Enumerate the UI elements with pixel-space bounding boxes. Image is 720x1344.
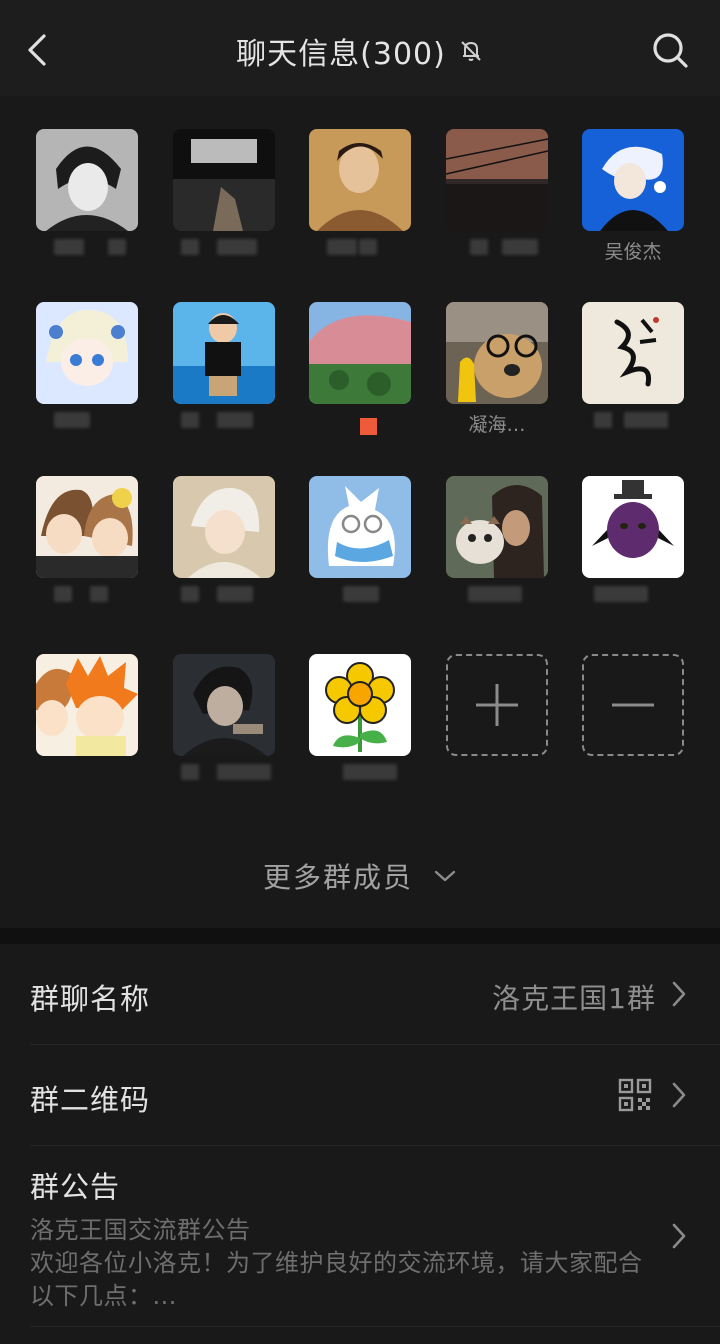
member-item[interactable] [582, 302, 684, 442]
more-members-button[interactable]: 更多群成员 [0, 848, 720, 904]
member-item[interactable] [36, 476, 138, 616]
page-title: 聊天信息(300) [236, 37, 446, 72]
member-name: 吴俊杰 [604, 241, 662, 263]
member-item[interactable] [446, 129, 548, 269]
member-avatar [36, 654, 138, 756]
chevron-right-icon [672, 1082, 686, 1108]
member-item[interactable] [309, 476, 411, 616]
member-avatar [446, 476, 548, 578]
member-avatar [309, 129, 411, 231]
qr-code-row[interactable]: 群二维码 [0, 1045, 720, 1145]
member-avatar [446, 302, 548, 404]
member-item[interactable] [36, 129, 138, 269]
member-item[interactable]: 凝海… [446, 302, 548, 442]
member-item[interactable] [309, 129, 411, 269]
minus-icon [612, 703, 654, 707]
member-avatar [36, 302, 138, 404]
member-badge [360, 418, 377, 435]
member-avatar [36, 129, 138, 231]
group-notice-label: 群公告 [30, 1170, 121, 1204]
member-avatar [582, 476, 684, 578]
group-name-row[interactable]: 群聊名称 洛克王国1群 [0, 944, 720, 1044]
member-avatar [582, 129, 684, 231]
member-avatar [173, 302, 275, 404]
member-item[interactable] [309, 654, 411, 794]
member-grid: 吴俊杰 凝海… 更多群成员 [0, 96, 720, 928]
qr-code-label: 群二维码 [30, 1083, 151, 1117]
member-item[interactable] [309, 302, 411, 442]
group-name-label: 群聊名称 [30, 982, 151, 1016]
chevron-right-icon [672, 1223, 686, 1249]
chevron-right-icon [672, 981, 686, 1007]
add-member-button[interactable] [446, 654, 548, 756]
member-item[interactable] [36, 302, 138, 442]
member-item[interactable] [173, 654, 275, 794]
group-notice-row[interactable]: 群公告 洛克王国交流群公告 欢迎各位小洛克！为了维护良好的交流环境，请大家配合以… [0, 1146, 720, 1326]
qr-code-icon [618, 1078, 652, 1112]
section-divider [0, 928, 720, 944]
group-notice-title: 洛克王国交流群公告 [30, 1216, 251, 1244]
plus-icon [476, 684, 518, 726]
member-item[interactable] [173, 476, 275, 616]
chevron-down-icon [434, 870, 456, 882]
remove-member-button[interactable] [582, 654, 684, 756]
member-avatar [582, 302, 684, 404]
group-name-value: 洛克王国1群 [492, 982, 656, 1015]
bell-off-icon [461, 41, 481, 61]
top-bar: 聊天信息(300) [0, 0, 720, 96]
member-item[interactable] [173, 129, 275, 269]
member-item[interactable]: 吴俊杰 [582, 129, 684, 269]
member-avatar [173, 476, 275, 578]
member-avatar [309, 654, 411, 756]
member-item[interactable] [446, 476, 548, 616]
member-avatar [446, 129, 548, 231]
member-avatar [309, 302, 411, 404]
member-name: 凝海… [468, 414, 526, 436]
settings-list: 群聊名称 洛克王国1群 群二维码 群公告 洛克王国交流群公告 欢迎各位小洛克！为… [0, 944, 720, 1344]
member-avatar [173, 129, 275, 231]
member-item[interactable] [582, 476, 684, 616]
member-avatar [36, 476, 138, 578]
title-area: 聊天信息(300) [0, 28, 720, 74]
row-divider [30, 1326, 720, 1327]
search-icon [653, 33, 688, 68]
member-avatar [309, 476, 411, 578]
group-notice-body: 欢迎各位小洛克！为了维护良好的交流环境，请大家配合以下几点：... [30, 1249, 643, 1310]
member-avatar [173, 654, 275, 756]
more-members-label: 更多群成员 [262, 861, 413, 894]
member-item[interactable] [36, 654, 138, 794]
member-item[interactable] [173, 302, 275, 442]
search-button[interactable] [650, 30, 690, 70]
